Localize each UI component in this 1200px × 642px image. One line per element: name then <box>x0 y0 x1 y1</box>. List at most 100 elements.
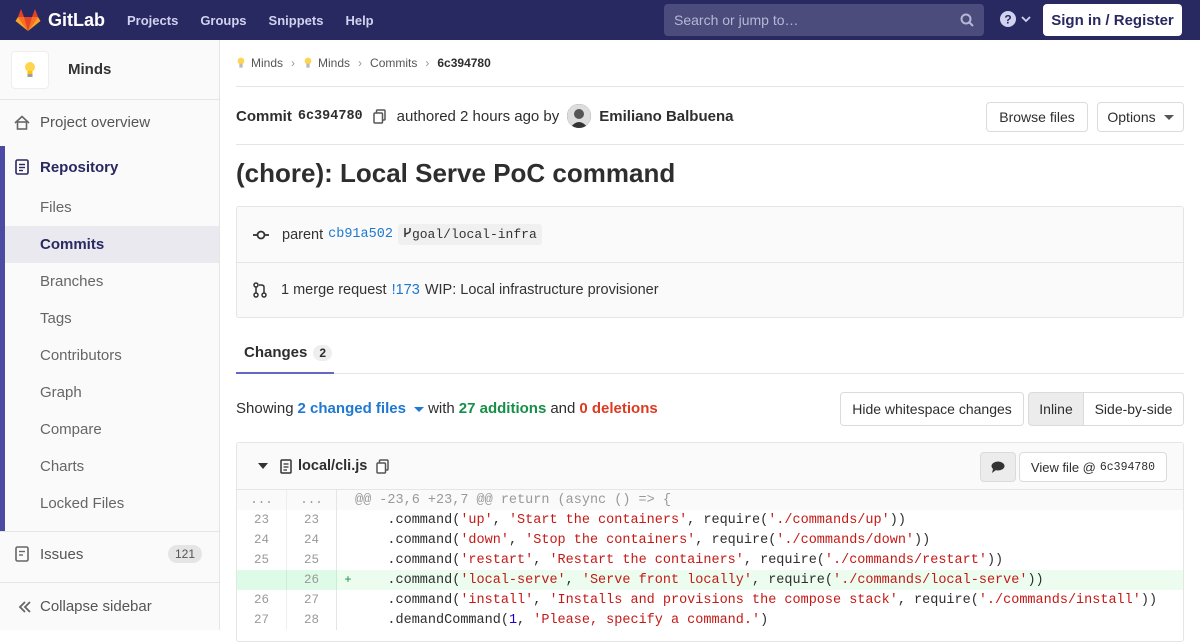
diff-sign: + <box>344 573 352 587</box>
main-content: Minds › Minds › Commits › 6c394780 Commi… <box>236 40 1184 642</box>
sidebar-item-repository[interactable]: Repository <box>0 157 219 177</box>
old-line-number[interactable]: 24 <box>237 530 287 550</box>
diff-code: .command('local-serve', 'Serve front loc… <box>355 572 1044 588</box>
collapse-caret-icon[interactable] <box>258 463 268 469</box>
tab-changes[interactable]: Changes 2 <box>236 333 334 374</box>
hide-whitespace-button[interactable]: Hide whitespace changes <box>840 392 1024 426</box>
help-dropdown[interactable]: ? <box>1000 11 1032 27</box>
sidebar-sub-charts[interactable]: Charts <box>5 448 219 485</box>
diff-summary: Showing 2 changed files with 27 addition… <box>236 400 658 417</box>
issues-count-badge: 121 <box>167 545 202 563</box>
sidebar-item-issues[interactable]: Issues 121 <box>0 531 219 576</box>
sidebar-sub-contributors[interactable]: Contributors <box>5 337 219 374</box>
view-file-button[interactable]: View file @ 6c394780 <box>1019 452 1167 482</box>
caret-down-icon <box>414 406 425 412</box>
brand-name: GitLab <box>48 9 105 30</box>
breadcrumb-group[interactable]: Minds <box>236 56 283 70</box>
changed-files-dropdown[interactable]: 2 changed files <box>298 400 425 417</box>
parent-label: parent <box>282 226 324 243</box>
sign-in-button[interactable]: Sign in / Register <box>1043 4 1182 36</box>
project-avatar <box>11 50 49 89</box>
breadcrumb-project[interactable]: Minds <box>303 56 350 70</box>
diff-hunk-header: ...... @@ -23,6 +23,7 @@ return (async ()… <box>237 490 1183 510</box>
document-icon <box>15 159 29 175</box>
old-line-number[interactable]: ... <box>237 490 287 510</box>
nav-help[interactable]: Help <box>345 13 373 28</box>
nav-groups[interactable]: Groups <box>200 13 246 28</box>
commit-header: Commit 6c394780 authored 2 hours ago by … <box>236 88 1184 145</box>
old-line-number[interactable]: 23 <box>237 510 287 530</box>
diff-file-header: local/cli.js View file @ 6c394780 <box>237 443 1183 490</box>
author-avatar[interactable] <box>567 104 592 128</box>
author-name[interactable]: Emiliano Balbuena <box>599 108 733 125</box>
sidebar: Minds Project overview Repository Files … <box>0 40 220 630</box>
merge-request-row: 1 merge request !173 WIP: Local infrastr… <box>237 262 1183 317</box>
new-line-number[interactable]: 23 <box>287 510 337 530</box>
old-line-number[interactable]: 25 <box>237 550 287 570</box>
lightbulb-icon <box>25 61 35 77</box>
breadcrumb-current[interactable]: 6c394780 <box>437 56 490 70</box>
search-input[interactable] <box>664 12 949 28</box>
issues-icon <box>15 546 29 562</box>
new-line-number[interactable]: 25 <box>287 550 337 570</box>
copy-icon[interactable] <box>372 108 386 124</box>
nav-snippets[interactable]: Snippets <box>269 13 324 28</box>
caret-down-icon <box>1163 114 1174 120</box>
project-header[interactable]: Minds <box>0 40 219 100</box>
diff-code: .command('up', 'Start the containers', r… <box>355 512 906 528</box>
toggle-comments-button[interactable] <box>980 452 1016 482</box>
merge-request-title: WIP: Local infrastructure provisioner <box>424 282 659 298</box>
diff-code: .command('down', 'Stop the containers', … <box>355 532 931 548</box>
double-chevron-left-icon <box>18 600 31 613</box>
copy-icon[interactable] <box>376 458 390 474</box>
diff-lines: ...... @@ -23,6 +23,7 @@ return (async ()… <box>237 490 1183 630</box>
gitlab-home-link[interactable]: GitLab <box>15 0 105 40</box>
sidebar-sub-graph[interactable]: Graph <box>5 374 219 411</box>
commit-icon <box>253 230 269 239</box>
new-line-number[interactable]: 28 <box>287 610 337 630</box>
branch-icon <box>404 228 411 237</box>
merge-request-icon <box>253 282 267 298</box>
merge-request-link[interactable]: !173 <box>392 282 420 298</box>
sidebar-sub-compare[interactable]: Compare <box>5 411 219 448</box>
diff-file: local/cli.js View file @ 6c394780 ......… <box>236 442 1184 642</box>
chevron-down-icon <box>1021 16 1031 23</box>
nav-links: Projects Groups Snippets Help <box>127 13 396 28</box>
lightbulb-icon <box>237 57 245 68</box>
commit-label: Commit <box>236 107 292 125</box>
nav-projects[interactable]: Projects <box>127 13 178 28</box>
sidebar-sub-tags[interactable]: Tags <box>5 300 219 337</box>
collapse-sidebar-button[interactable]: Collapse sidebar <box>0 582 219 630</box>
sidebar-item-label: Project overview <box>40 113 151 131</box>
diff-line-context: 27 28 .demandCommand(1, 'Please, specify … <box>237 610 1183 630</box>
new-line-number[interactable]: 26 <box>287 570 337 590</box>
new-line-number[interactable]: 24 <box>287 530 337 550</box>
diff-line-context: 23 23 .command('up', 'Start the container… <box>237 510 1183 530</box>
avatar-icon <box>567 104 592 128</box>
sidebar-sub-commits[interactable]: Commits <box>5 226 219 263</box>
branch-tag[interactable]: goal/local-infra <box>397 224 542 245</box>
sidebar-item-project-overview[interactable]: Project overview <box>0 112 219 132</box>
browse-files-button[interactable]: Browse files <box>986 102 1088 132</box>
parent-sha-link[interactable]: cb91a502 <box>328 227 393 242</box>
old-line-number[interactable]: 26 <box>237 590 287 610</box>
file-icon <box>280 458 292 474</box>
sidebar-sub-locked-files[interactable]: Locked Files <box>5 485 219 522</box>
side-by-side-button[interactable]: Side-by-side <box>1084 392 1184 426</box>
sidebar-sub-files[interactable]: Files <box>5 189 219 226</box>
additions-count: 27 additions <box>458 400 547 417</box>
diff-file-name[interactable]: local/cli.js <box>298 458 367 474</box>
sidebar-sub-branches[interactable]: Branches <box>5 263 219 300</box>
new-line-number[interactable]: 27 <box>287 590 337 610</box>
options-label: Options <box>1107 109 1156 125</box>
sidebar-item-label: Issues <box>40 545 84 563</box>
old-line-number[interactable] <box>237 570 287 590</box>
breadcrumb-commits[interactable]: Commits <box>370 56 417 70</box>
svg-text:?: ? <box>1004 13 1011 27</box>
old-line-number[interactable]: 27 <box>237 610 287 630</box>
commit-sha: 6c394780 <box>297 108 363 124</box>
inline-view-button[interactable]: Inline <box>1028 392 1084 426</box>
new-line-number[interactable]: ... <box>287 490 337 510</box>
options-dropdown[interactable]: Options <box>1097 102 1184 132</box>
commit-tabs: Changes 2 <box>236 333 1184 374</box>
